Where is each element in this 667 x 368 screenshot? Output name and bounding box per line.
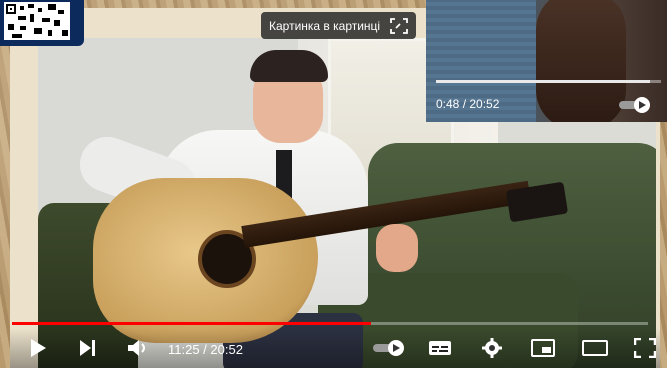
volume-icon: [128, 340, 145, 356]
subtitles-icon: [429, 341, 451, 355]
autoplay-toggle[interactable]: [372, 336, 406, 360]
pip-hair: [536, 0, 626, 122]
pip-autoplay-toggle[interactable]: [618, 96, 652, 119]
play-icon: [31, 339, 46, 357]
seek-bar-played: [12, 322, 371, 325]
subtitles-button[interactable]: [428, 336, 452, 360]
pip-player[interactable]: 0:48 / 20:52: [426, 0, 667, 122]
volume-button[interactable]: [126, 336, 150, 360]
play-button[interactable]: [26, 336, 50, 360]
autoplay-toggle-icon: [373, 340, 404, 356]
pip-tooltip-label: Картинка в картинці: [269, 18, 381, 33]
theater-button[interactable]: [582, 336, 608, 360]
miniplayer-icon: [531, 339, 555, 357]
next-icon: [80, 340, 95, 356]
settings-button[interactable]: [480, 336, 504, 360]
time-display: 11:25 / 20:52: [168, 342, 243, 357]
pip-seek-bar-played: [436, 80, 650, 83]
qr-code-pattern: [6, 4, 68, 38]
fretting-hand: [376, 224, 418, 272]
player-controls: 11:25 / 20:52: [10, 328, 660, 368]
seek-bar[interactable]: [12, 322, 648, 325]
theater-icon: [582, 340, 608, 356]
hair: [250, 50, 328, 82]
fullscreen-icon: [634, 338, 656, 358]
settings-icon: [482, 338, 502, 358]
fullscreen-button[interactable]: [634, 336, 656, 360]
pip-tooltip[interactable]: Картинка в картинці: [261, 12, 417, 39]
pip-exit-icon[interactable]: [390, 17, 408, 34]
next-button[interactable]: [76, 336, 100, 360]
autoplay-toggle-icon: [619, 97, 650, 113]
qr-code-frame: [0, 0, 84, 46]
pip-seek-bar[interactable]: [436, 80, 661, 83]
pip-time-display: 0:48 / 20:52: [436, 97, 500, 111]
qr-code: [4, 2, 70, 40]
miniplayer-button[interactable]: [530, 336, 556, 360]
